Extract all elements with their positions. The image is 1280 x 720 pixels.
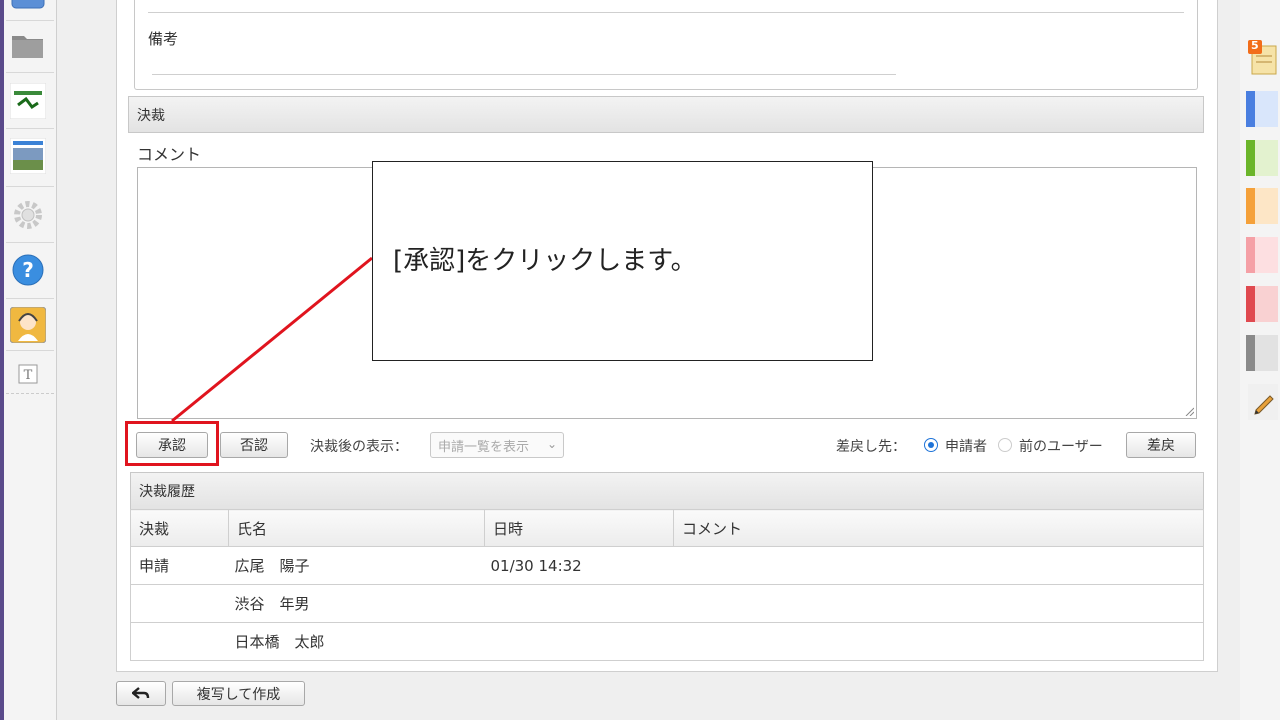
approve-button-highlight xyxy=(125,421,219,466)
callout-text: [承認]をクリックします。 xyxy=(393,246,697,276)
